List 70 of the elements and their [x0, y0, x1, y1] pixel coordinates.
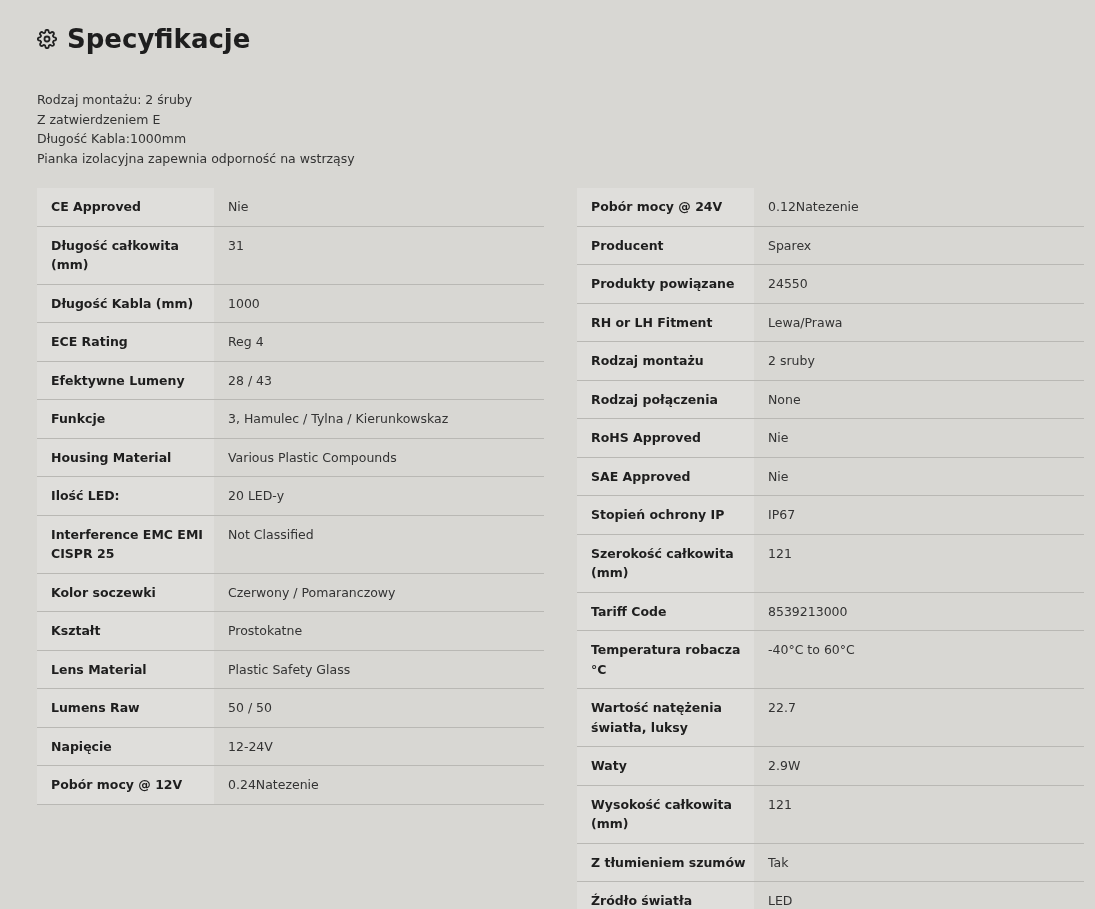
spec-label: Pobór mocy @ 12V [37, 766, 214, 804]
spec-label: Wartość natężenia światła, luksy [577, 689, 754, 746]
spec-label: Z tłumieniem szumów [577, 843, 754, 881]
spec-label: Wysokość całkowita (mm) [577, 785, 754, 843]
spec-value: Reg 4 [227, 333, 265, 351]
spec-label: Długość całkowita (mm) [37, 226, 214, 284]
spec-value: 0.24Natezenie [227, 776, 320, 794]
spec-label: Rodzaj połączenia [577, 380, 754, 418]
spec-value: IP67 [767, 506, 797, 524]
spec-value: Nie [767, 429, 790, 447]
spec-value: Plastic Safety Glass [227, 660, 352, 679]
spec-value: None [767, 390, 802, 409]
section-title: Specyfikacje [67, 24, 251, 54]
spec-value: Not Classified [227, 525, 315, 544]
spec-value: 1000 [227, 294, 261, 313]
spec-label: Kolor soczewki [37, 573, 214, 611]
spec-label: Długość Kabla (mm) [37, 284, 214, 322]
spec-value: Tak [767, 853, 790, 872]
spec-value: 121 [767, 544, 793, 563]
spec-label: Funkcje [37, 400, 214, 438]
spec-value: Various Plastic Compounds [227, 448, 398, 467]
spec-value: 31 [227, 236, 245, 255]
spec-label: RoHS Approved [577, 419, 754, 457]
spec-label: Interference EMC EMI CISPR 25 [37, 515, 214, 573]
spec-value: 0.12Natezenie [767, 198, 860, 216]
spec-value: 2.9W [767, 757, 802, 775]
description-line: Rodzaj montażu: 2 śruby [37, 91, 194, 109]
spec-value: LED [767, 892, 794, 909]
settings-icon [37, 29, 57, 49]
spec-label: Kształt [37, 612, 214, 650]
spec-value: 20 LED-y [227, 487, 286, 505]
spec-value: 3, Hamulec / Tylna / Kierunkowskaz [227, 410, 450, 428]
spec-value: 24550 [767, 275, 809, 293]
spec-label: ECE Rating [37, 323, 214, 361]
spec-value: 8539213000 [767, 602, 849, 621]
spec-label: Rodzaj montażu [577, 342, 754, 380]
description-line: Długość Kabla:1000mm [37, 130, 188, 148]
spec-value: 50 / 50 [227, 699, 273, 717]
spec-label: Ilość LED: [37, 477, 214, 515]
spec-label: Pobór mocy @ 24V [577, 188, 754, 226]
spec-value: 28 / 43 [227, 371, 273, 390]
spec-value: Czerwony / Pomaranczowy [227, 583, 397, 602]
spec-label: Produkty powiązane [577, 265, 754, 303]
spec-value: 12-24V [227, 737, 274, 756]
spec-value: Lewa/Prawa [767, 313, 844, 332]
spec-label: Napięcie [37, 727, 214, 765]
spec-label: Lens Material [37, 650, 214, 688]
spec-value: Nie [227, 198, 250, 216]
spec-label: Housing Material [37, 438, 214, 476]
spec-label: Szerokość całkowita (mm) [577, 534, 754, 592]
spec-label: Stopień ochrony IP [577, 496, 754, 534]
spec-label: RH or LH Fitment [577, 303, 754, 341]
description-line: Pianka izolacyjna zapewnia odporność na wstrząsy [37, 149, 356, 168]
spec-label: Tariff Code [577, 592, 754, 630]
spec-value: Prostokatne [227, 622, 304, 640]
spec-label: Lumens Raw [37, 689, 214, 727]
description-line: Z zatwierdzeniem E [37, 110, 162, 129]
spec-label: Źródło światła [577, 882, 754, 909]
spec-value: 22.7 [767, 699, 797, 717]
spec-label: CE Approved [37, 188, 214, 226]
spec-value: 2 sruby [767, 352, 816, 370]
spec-label: Waty [577, 747, 754, 785]
spec-value: 121 [767, 795, 793, 814]
spec-label: SAE Approved [577, 457, 754, 495]
spec-value: Nie [767, 467, 790, 486]
spec-label: Efektywne Lumeny [37, 361, 214, 399]
spec-value: -40°C to 60°C [767, 641, 856, 659]
spec-label: Temperatura robacza °C [577, 631, 754, 688]
spec-label: Producent [577, 226, 754, 264]
spec-value: Sparex [767, 236, 813, 255]
